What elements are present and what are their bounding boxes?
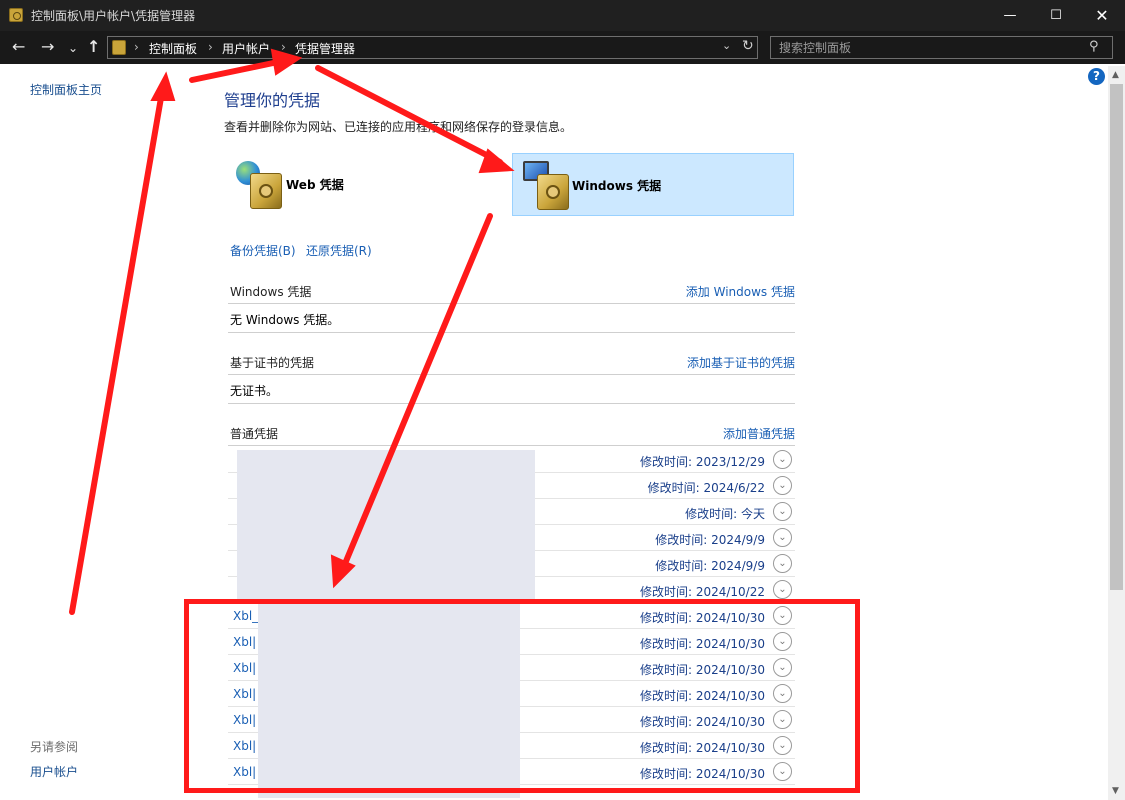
annotation-arrow bbox=[69, 89, 165, 615]
annotation-arrow bbox=[341, 213, 493, 569]
annotation-arrow-head bbox=[150, 71, 176, 101]
annotation-arrow-head bbox=[270, 48, 303, 76]
annotation-arrow-head bbox=[330, 554, 356, 589]
annotation-arrow bbox=[315, 65, 503, 165]
annotation-arrow bbox=[189, 59, 281, 83]
annotation-arrows bbox=[69, 48, 515, 615]
